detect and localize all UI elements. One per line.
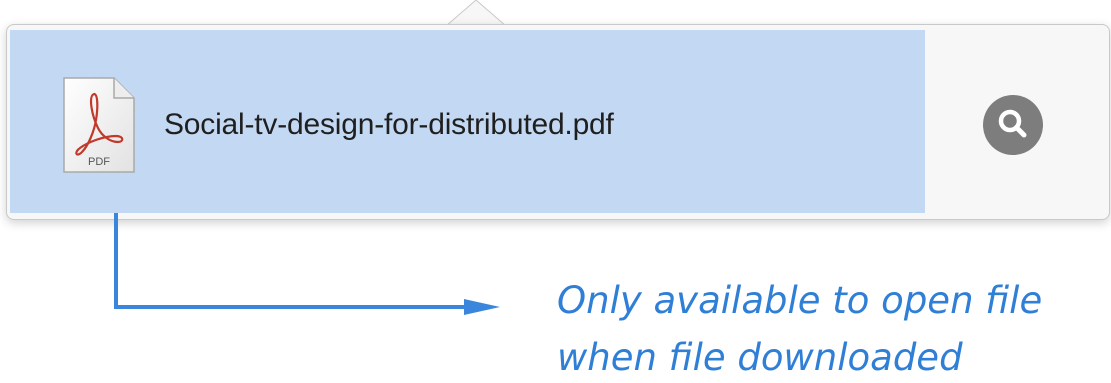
- pdf-file-icon[interactable]: PDF: [62, 76, 136, 174]
- magnifying-glass-icon: [998, 109, 1027, 138]
- annotation-line-1: Only available to open file: [557, 279, 1043, 322]
- popover-arrow: [446, 0, 506, 26]
- annotation-note: Only available to open file when file do…: [557, 272, 1097, 383]
- downloads-popover-screenshot: PDF Social-tv-design-for-distributed.pdf…: [0, 0, 1111, 383]
- annotation-arrow: [114, 213, 500, 315]
- download-filename[interactable]: Social-tv-design-for-distributed.pdf: [164, 108, 614, 142]
- file-type-label: PDF: [88, 156, 110, 168]
- reveal-in-finder-button[interactable]: [983, 95, 1043, 155]
- annotation-line-2: when file downloaded: [557, 336, 963, 379]
